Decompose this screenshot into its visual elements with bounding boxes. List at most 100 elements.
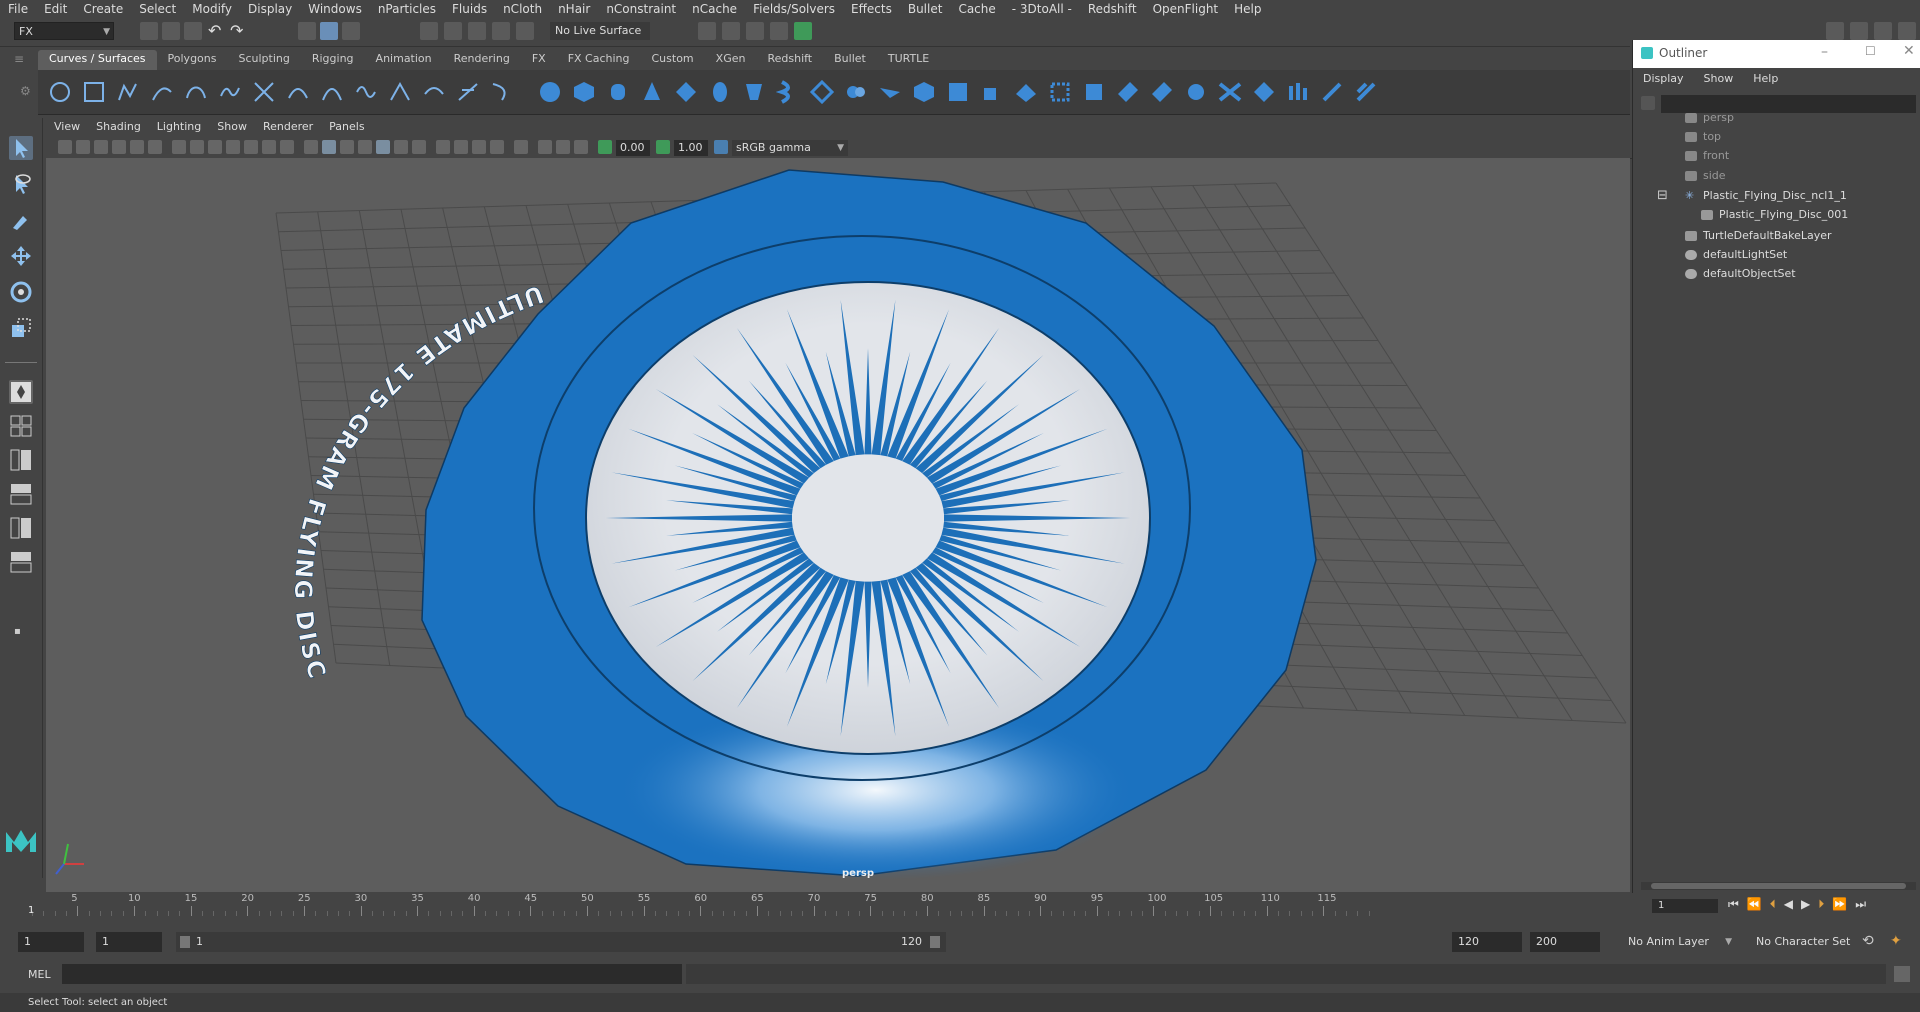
shelf-tab-bullet[interactable]: Bullet xyxy=(823,50,877,70)
gate-mask-icon[interactable] xyxy=(226,140,240,154)
menu-ncache[interactable]: nCache xyxy=(684,2,745,16)
snap-surface-icon[interactable] xyxy=(516,22,534,40)
extend-curve-icon[interactable] xyxy=(354,80,378,104)
lasso-tool-icon[interactable] xyxy=(9,172,33,196)
shelf-tab-rigging[interactable]: Rigging xyxy=(301,50,365,70)
viewport-persp[interactable]: ULTIMATE 175-GRAM FLYING DISC persp xyxy=(46,158,1630,892)
exposure-icon[interactable] xyxy=(598,140,612,154)
viewport-canvas[interactable]: ULTIMATE 175-GRAM FLYING DISC xyxy=(46,158,1630,892)
menu-create[interactable]: Create xyxy=(75,2,131,16)
panel-menu-view[interactable]: View xyxy=(46,118,88,138)
anim-layer-select[interactable]: No Anim Layer ▼ xyxy=(1622,932,1734,952)
menu-cache[interactable]: Cache xyxy=(950,2,1003,16)
pencil-curve-icon[interactable] xyxy=(218,80,242,104)
step-back-icon[interactable]: ⏪ xyxy=(1747,897,1762,912)
outliner-item-turtledefaultbakelayer[interactable]: TurtleDefaultBakeLayer xyxy=(1685,226,1832,246)
attribute-editor-icon[interactable] xyxy=(1850,22,1868,40)
snap-point-icon[interactable] xyxy=(468,22,486,40)
maximize-icon[interactable]: ☐ xyxy=(1865,44,1876,58)
range-slider-end-handle[interactable] xyxy=(930,936,940,948)
select-object-icon[interactable] xyxy=(320,22,338,40)
range-slider[interactable]: 1 120 xyxy=(176,932,946,952)
outliner-item-persp[interactable]: persp xyxy=(1685,108,1734,128)
persp-graph-layout-icon[interactable] xyxy=(9,482,33,506)
step-forward-icon[interactable]: ⏩ xyxy=(1832,897,1847,912)
insert-isoparms-icon[interactable] xyxy=(1286,80,1310,104)
scale-tool-icon[interactable] xyxy=(9,316,33,340)
menu-nconstraint[interactable]: nConstraint xyxy=(598,2,684,16)
menu-ncloth[interactable]: nCloth xyxy=(495,2,550,16)
menu-display[interactable]: Display xyxy=(240,2,300,16)
wireframe-icon[interactable] xyxy=(304,140,318,154)
outliner-item-defaultobjectset[interactable]: defaultObjectSet xyxy=(1685,264,1796,284)
2d-pan-zoom-icon[interactable] xyxy=(130,140,144,154)
offset-curve-icon[interactable] xyxy=(388,80,412,104)
select-hierarchy-icon[interactable] xyxy=(298,22,316,40)
untrim-icon[interactable] xyxy=(1116,80,1140,104)
shelf-tab-animation[interactable]: Animation xyxy=(365,50,443,70)
toolbox-more-icon[interactable]: ▪ xyxy=(14,626,21,637)
single-perspective-layout-icon[interactable] xyxy=(9,380,33,404)
bevel-plus-icon[interactable] xyxy=(912,80,936,104)
menu-nhair[interactable]: nHair xyxy=(550,2,598,16)
shelf-tab-sculpting[interactable]: Sculpting xyxy=(227,50,300,70)
grid-toggle-icon[interactable] xyxy=(172,140,186,154)
safe-action-icon[interactable] xyxy=(262,140,276,154)
nurbs-sphere-icon[interactable] xyxy=(538,80,562,104)
menu-select[interactable]: Select xyxy=(131,2,184,16)
animation-start-field[interactable]: 1 xyxy=(18,932,84,952)
minimize-icon[interactable]: – xyxy=(1821,44,1828,60)
exposure-field[interactable]: 0.00 xyxy=(616,140,650,156)
grease-pencil-icon[interactable] xyxy=(148,140,162,154)
sculpt-geometry-icon[interactable] xyxy=(1320,80,1344,104)
nurbs-circle-icon[interactable] xyxy=(48,80,72,104)
shelf-tab-fx[interactable]: FX xyxy=(521,50,557,70)
insert-knot-icon[interactable] xyxy=(320,80,344,104)
range-slider-start-handle[interactable] xyxy=(180,936,190,948)
planar-icon[interactable] xyxy=(810,80,834,104)
outliner-menu-display[interactable]: Display xyxy=(1633,70,1694,90)
snap-view-icon[interactable] xyxy=(492,22,510,40)
redo-icon[interactable]: ↷ xyxy=(230,22,248,40)
move-tool-icon[interactable] xyxy=(9,244,33,268)
outliner-item-front[interactable]: front xyxy=(1685,146,1729,166)
menu-3dtoall[interactable]: - 3DtoAll - xyxy=(1004,2,1080,16)
rebuild-curve-icon[interactable] xyxy=(422,80,446,104)
snap-curve-icon[interactable] xyxy=(444,22,462,40)
character-set-select[interactable]: No Character Set xyxy=(1750,932,1870,952)
multisample-aa-icon[interactable] xyxy=(472,140,486,154)
current-frame-field[interactable]: 1 xyxy=(1652,899,1718,913)
render-view-icon[interactable] xyxy=(794,22,812,40)
menu-fluids[interactable]: Fluids xyxy=(444,2,495,16)
wireframe-on-shaded-icon[interactable] xyxy=(358,140,372,154)
undo-icon[interactable]: ↶ xyxy=(208,22,226,40)
panel-menu-lighting[interactable]: Lighting xyxy=(149,118,209,138)
script-language-toggle[interactable]: MEL xyxy=(28,968,51,981)
square-surface-icon[interactable] xyxy=(980,80,1004,104)
hypershade-icon[interactable] xyxy=(770,22,788,40)
outliner-menu-help[interactable]: Help xyxy=(1743,70,1788,90)
gamma-field[interactable]: 1.00 xyxy=(674,140,708,156)
revolve-icon[interactable] xyxy=(742,80,766,104)
isolate-select-icon[interactable] xyxy=(514,140,528,154)
menu-modify[interactable]: Modify xyxy=(184,2,240,16)
attach-surfaces-icon[interactable] xyxy=(1150,80,1174,104)
attach-curves-icon[interactable] xyxy=(252,80,276,104)
gamma-icon[interactable] xyxy=(656,140,670,154)
collapse-icon[interactable]: ⊟ xyxy=(1657,186,1668,206)
tool-settings-icon[interactable] xyxy=(1874,22,1892,40)
menu-windows[interactable]: Windows xyxy=(300,2,370,16)
resolution-gate-icon[interactable] xyxy=(208,140,222,154)
new-scene-icon[interactable] xyxy=(140,22,158,40)
image-plane-icon[interactable] xyxy=(112,140,126,154)
modeling-toolkit-icon[interactable] xyxy=(1826,22,1844,40)
screen-space-ao-icon[interactable] xyxy=(436,140,450,154)
shelf-tab-xgen[interactable]: XGen xyxy=(705,50,757,70)
trim-tool-icon[interactable] xyxy=(1082,80,1106,104)
film-gate-icon[interactable] xyxy=(190,140,204,154)
go-to-start-icon[interactable]: ⏮ xyxy=(1728,897,1739,912)
outliner-item-top[interactable]: top xyxy=(1685,127,1721,147)
nurbs-cylinder-icon[interactable] xyxy=(606,80,630,104)
menu-effects[interactable]: Effects xyxy=(843,2,900,16)
use-all-lights-icon[interactable] xyxy=(394,140,408,154)
